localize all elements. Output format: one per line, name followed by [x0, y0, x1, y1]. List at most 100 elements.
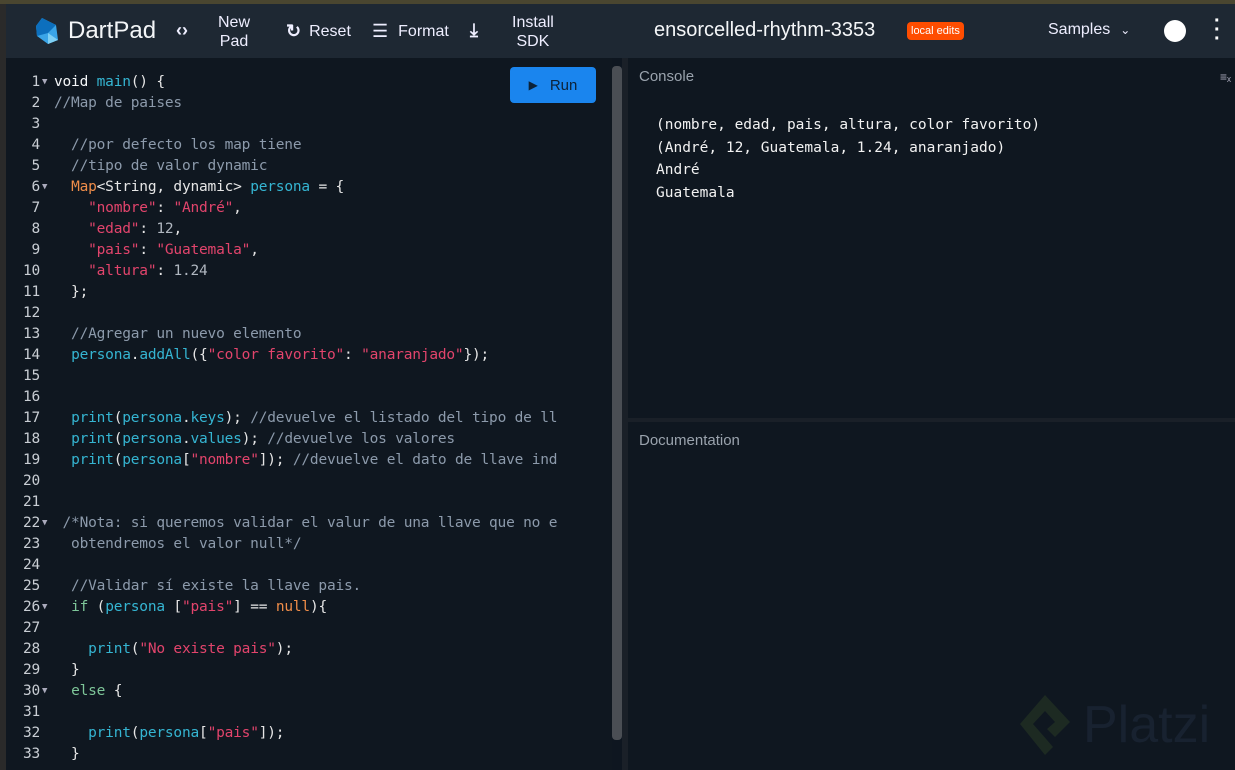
samples-dropdown[interactable]: Samples ⌄: [1048, 21, 1130, 39]
refresh-icon: ↻: [286, 21, 302, 41]
code-line[interactable]: 22 ▼ /*Nota: si queremos validar el valur…: [6, 513, 558, 534]
code-line[interactable]: 5 //tipo de valor dynamic: [6, 156, 267, 177]
code-token: main: [96, 74, 131, 90]
console-line: (André, 12, Guatemala, 1.24, anaranjado): [656, 139, 1006, 156]
code-line[interactable]: 31: [6, 702, 54, 723]
documentation-title: Documentation: [639, 432, 740, 449]
code-line[interactable]: 12: [6, 303, 54, 324]
format-button[interactable]: ☰ Format: [372, 21, 449, 42]
line-number: 31: [22, 704, 40, 720]
dartpad-logo[interactable]: DartPad: [34, 16, 156, 46]
code-line[interactable]: 9 "pais": "Guatemala",: [6, 240, 258, 261]
app-header: DartPad ‹› New Pad ↻ Reset ☰ Format ⤓ In…: [6, 4, 1235, 58]
code-line[interactable]: 10 "altura": 1.24: [6, 261, 208, 282]
chevron-down-icon: ⌄: [1120, 23, 1131, 37]
code-line[interactable]: 15: [6, 366, 54, 387]
code-token: "altura": [88, 263, 157, 279]
console-output: (nombre, edad, pais, altura, color favor…: [656, 114, 1040, 204]
code-line[interactable]: 3: [6, 114, 54, 135]
clear-console-icon[interactable]: ≡ₓ: [1220, 70, 1231, 84]
code-token: = {: [309, 179, 345, 195]
code-token: [: [181, 452, 191, 468]
code-editor[interactable]: 1 ▼ void main() {2//Map de paises 3 4 //por …: [6, 58, 612, 770]
code-line[interactable]: 27: [6, 618, 54, 639]
line-number: 15: [22, 368, 40, 384]
code-token: }: [54, 746, 80, 762]
fold-arrow-icon[interactable]: ▼: [40, 72, 54, 93]
code-token: :: [156, 200, 174, 216]
dart-logo-icon: [36, 18, 58, 44]
code-line[interactable]: 24: [6, 555, 54, 576]
more-vert-icon[interactable]: · · ·: [1214, 11, 1221, 49]
code-line[interactable]: 8 "edad": 12,: [6, 219, 182, 240]
code-line[interactable]: 19 print(persona["nombre"]); //devuelve …: [6, 450, 558, 471]
line-number: 10: [22, 263, 40, 279]
code-line[interactable]: 32 print(persona["pais"]);: [6, 723, 285, 744]
code-token: persona: [105, 599, 165, 615]
code-token: persona: [139, 725, 200, 741]
code-token: .: [181, 431, 191, 447]
run-button[interactable]: ▶ Run: [510, 67, 596, 103]
line-number: 3: [31, 116, 40, 132]
reset-button[interactable]: ↻ Reset: [286, 21, 351, 42]
code-line[interactable]: 17 print(persona.keys); //devuelve el li…: [6, 408, 558, 429]
fold-arrow-icon[interactable]: ▼: [40, 597, 54, 618]
code-token: //devuelve el dato de llave ind: [292, 452, 558, 468]
code-line[interactable]: 16: [6, 387, 54, 408]
code-line[interactable]: 21: [6, 492, 54, 513]
code-line[interactable]: 13 //Agregar un nuevo elemento: [6, 324, 302, 345]
code-line[interactable]: 20: [6, 471, 54, 492]
code-token: "anaranjado": [361, 347, 464, 363]
code-line[interactable]: 18 print(persona.values); //devuelve los…: [6, 429, 455, 450]
code-token: print: [88, 641, 131, 657]
code-token: persona: [250, 179, 310, 195]
code-token: void: [54, 74, 97, 90]
code-line[interactable]: 2 //Map de paises: [6, 93, 182, 114]
console-panel: Console ≡ₓ (nombre, edad, pais, altura, …: [628, 58, 1235, 418]
code-line[interactable]: 30 ▼ else {: [6, 681, 123, 702]
code-token: "nombre": [190, 452, 259, 468]
code-line[interactable]: 7 "nombre": "André",: [6, 198, 241, 219]
line-number: 25: [22, 578, 40, 594]
code-line[interactable]: 14 persona.addAll({"color favorito": "an…: [6, 345, 489, 366]
fold-arrow-icon[interactable]: ▼: [40, 177, 54, 198]
code-line[interactable]: 33 }: [6, 744, 80, 765]
editor-scrollbar[interactable]: [612, 66, 622, 740]
code-token: .: [181, 410, 191, 426]
code-token: //devuelve los valores: [267, 431, 455, 447]
code-line[interactable]: 1 ▼ void main() {: [6, 72, 165, 93]
embed-code-button[interactable]: ‹›: [176, 20, 188, 41]
code-token: ] ==: [233, 599, 276, 615]
line-number: 28: [22, 641, 40, 657]
code-token: }: [54, 662, 80, 678]
code-line[interactable]: 26 ▼ if (persona ["pais"] == null){: [6, 597, 327, 618]
code-line[interactable]: 25 //Validar sí existe la llave pais.: [6, 576, 361, 597]
code-line[interactable]: 28 print("No existe pais");: [6, 639, 293, 660]
code-token: "edad": [88, 221, 140, 237]
code-token: );: [275, 641, 293, 657]
fold-arrow-icon[interactable]: ▼: [40, 513, 54, 534]
code-line[interactable]: 6 ▼ Map<String, dynamic> persona = {: [6, 177, 344, 198]
github-icon[interactable]: [1164, 20, 1186, 42]
install-sdk-button[interactable]: Install SDK: [512, 13, 554, 51]
run-label: Run: [549, 76, 578, 94]
code-line[interactable]: 4 //por defecto los map tiene: [6, 135, 301, 156]
code-line[interactable]: 29 }: [6, 660, 80, 681]
code-line[interactable]: 23 obtendremos el valor null*/: [6, 534, 302, 555]
code-token: ({: [190, 347, 208, 363]
new-pad-button[interactable]: New Pad: [218, 13, 250, 51]
line-number: 11: [22, 284, 40, 300]
code-token: :: [139, 242, 157, 258]
code-token: );: [224, 410, 251, 426]
code-token: :: [156, 263, 174, 279]
code-line[interactable]: 11 };: [6, 282, 88, 303]
fold-arrow-icon[interactable]: ▼: [40, 681, 54, 702]
code-token: {: [105, 683, 123, 699]
code-token: //Agregar un nuevo elemento: [54, 326, 302, 342]
download-icon[interactable]: ⤓: [470, 20, 478, 41]
line-number: 21: [22, 494, 40, 510]
